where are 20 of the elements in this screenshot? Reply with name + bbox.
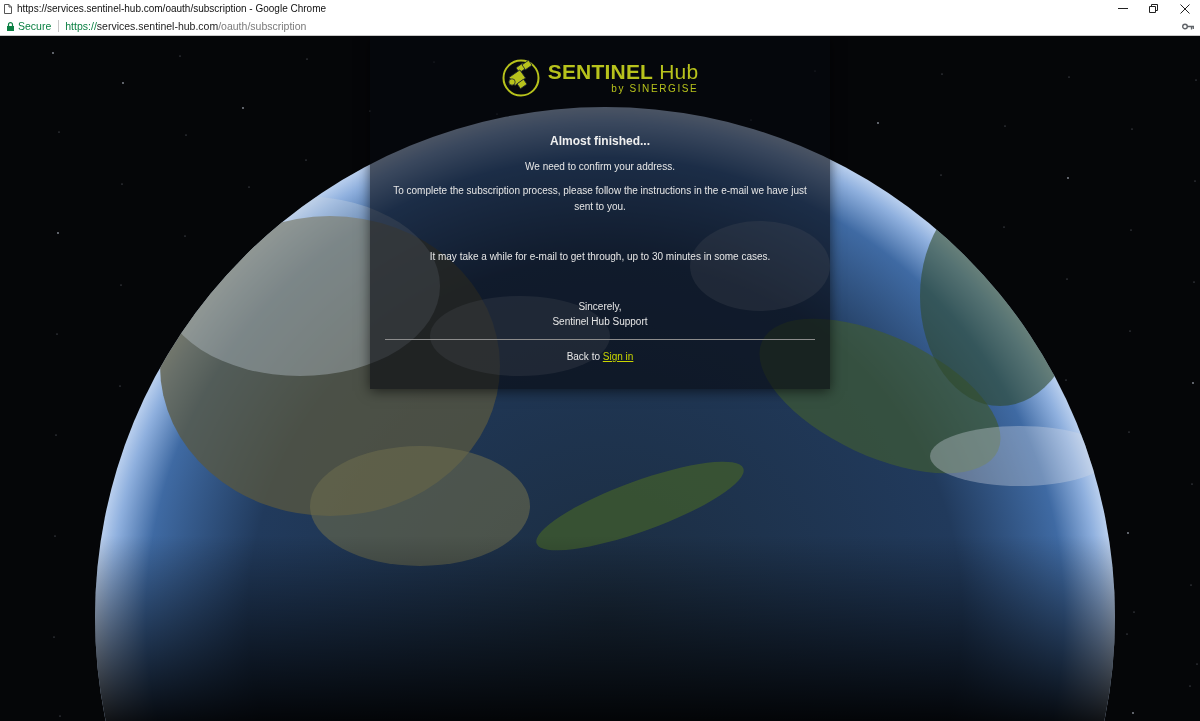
close-icon <box>1179 3 1190 14</box>
page-icon <box>4 3 12 14</box>
key-icon[interactable] <box>1182 22 1194 30</box>
restore-icon <box>1149 4 1158 13</box>
window-title: https://services.sentinel-hub.com/oauth/subscription - Google Chrome <box>17 3 327 14</box>
security-label[interactable]: Secure <box>18 20 52 32</box>
lock-icon <box>7 21 14 31</box>
minimize-icon <box>1117 8 1128 9</box>
logo-wordmark: SENTINEL Hub <box>547 61 699 83</box>
message-paragraph: We need to confirm your address. <box>525 160 675 174</box>
back-to-text: Back to Sign in <box>566 350 634 364</box>
message-heading: Almost finished... <box>550 133 650 149</box>
signature-text: Sentinel Hub Support <box>552 315 648 329</box>
message-paragraph: To complete the subscription process, please follow the instructions in the e-mail we have just sent to you. <box>392 184 808 214</box>
satellite-logo-icon <box>501 59 540 97</box>
closing-text: Sincerely, <box>578 300 622 314</box>
logo-byline: by SINERGISE <box>611 83 699 95</box>
message-paragraph: It may take a while for e-mail to get through, up to 30 minutes in some cases. <box>429 250 771 264</box>
sign-in-link[interactable]: Sign in <box>602 351 634 362</box>
url-text[interactable]: https://services.sentinel-hub.com/oauth/subscription <box>65 20 307 32</box>
